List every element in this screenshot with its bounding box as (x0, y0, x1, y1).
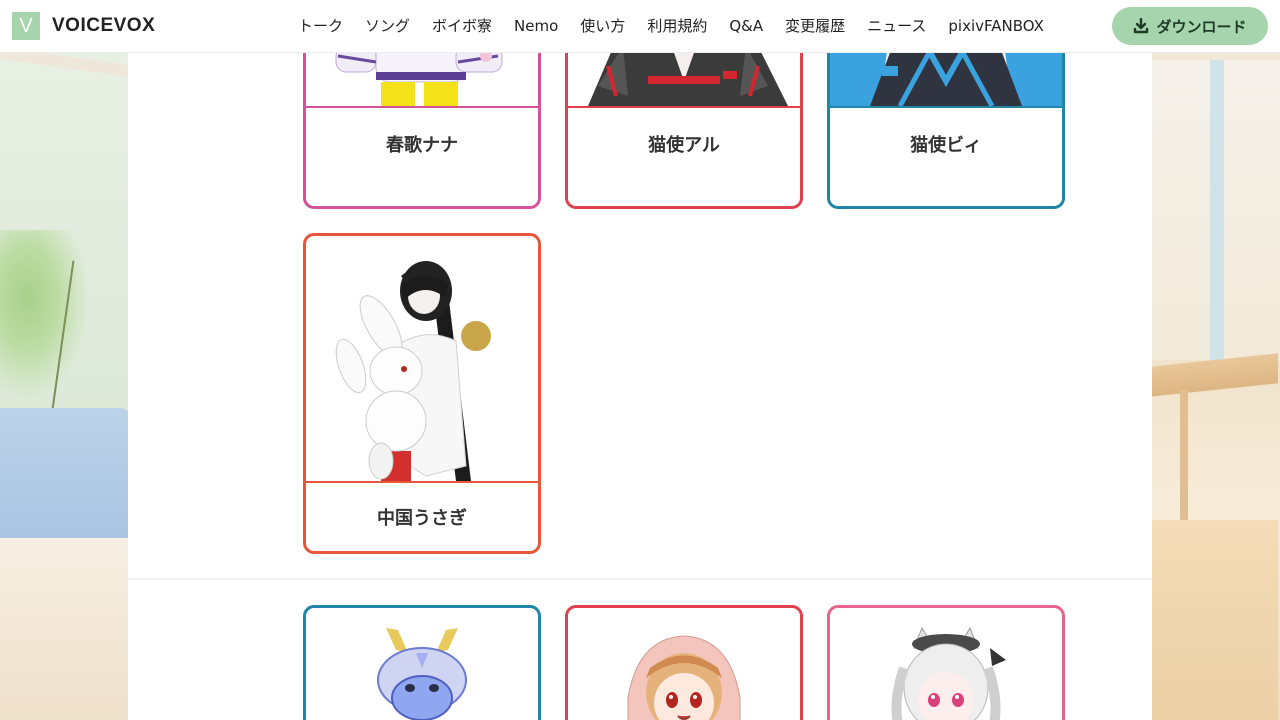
hooded-girl-character-image (568, 608, 800, 720)
nav-item-nemo[interactable]: Nemo (503, 0, 569, 53)
cat-girl-character-image (830, 608, 1062, 720)
site-logo[interactable]: V VOICEVOX (12, 12, 155, 40)
dragon-character-image (306, 608, 538, 720)
logo-mark-icon: V (12, 12, 40, 40)
background-room-right (1150, 0, 1280, 720)
character-card-dragon[interactable] (303, 605, 541, 720)
nav-item-terms[interactable]: 利用規約 (636, 0, 718, 53)
nav-item-voibo-dorm[interactable]: ボイボ寮 (421, 0, 503, 53)
chugoku-usagi-character-image (306, 236, 538, 481)
character-list-panel: 春歌ナナ 猫使アル 猫使ビィ 中国うさぎ (128, 23, 1152, 720)
nav-item-how-to-use[interactable]: 使い方 (569, 0, 636, 53)
background-room-left (0, 0, 130, 720)
download-icon (1134, 18, 1149, 34)
character-name: 春歌ナナ (386, 134, 458, 156)
nav-item-changelog[interactable]: 変更履歴 (774, 0, 856, 53)
site-header: V VOICEVOX トーク ソング ボイボ寮 Nemo 使い方 利用規約 Q&… (0, 0, 1280, 53)
section-divider (128, 578, 1152, 580)
character-name: 猫使アル (648, 134, 720, 156)
character-card-hooded-girl[interactable] (565, 605, 803, 720)
character-name: 猫使ビィ (910, 134, 982, 156)
nav-item-song[interactable]: ソング (354, 0, 421, 53)
main-nav: トーク ソング ボイボ寮 Nemo 使い方 利用規約 Q&A 変更履歴 ニュース… (287, 0, 1055, 53)
nav-item-qa[interactable]: Q&A (718, 0, 774, 53)
nav-item-news[interactable]: ニュース (856, 0, 937, 53)
character-name: 中国うさぎ (377, 508, 467, 529)
download-label: ダウンロード (1156, 17, 1247, 36)
nav-item-talk[interactable]: トーク (287, 0, 354, 53)
character-card-cat-girl[interactable] (827, 605, 1065, 720)
nav-item-pixiv-fanbox[interactable]: pixivFANBOX (937, 0, 1055, 53)
download-button[interactable]: ダウンロード (1112, 7, 1268, 45)
logo-text: VOICEVOX (52, 15, 156, 36)
character-card-chugoku-usagi[interactable]: 中国うさぎ (303, 233, 541, 554)
